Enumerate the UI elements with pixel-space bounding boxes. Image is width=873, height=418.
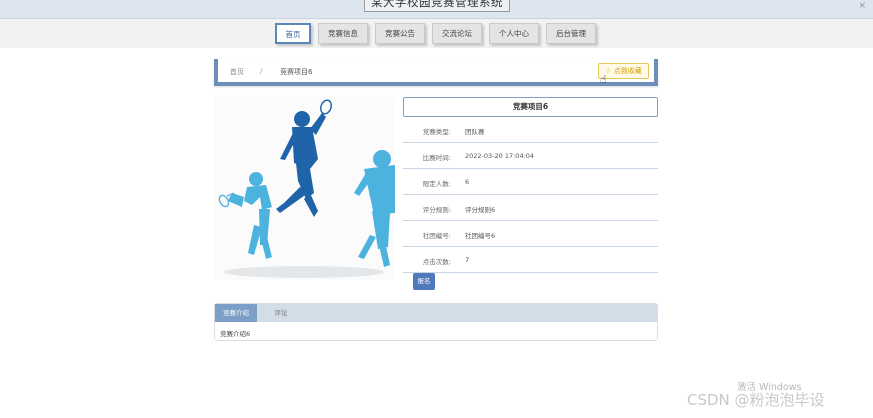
detail-label: 评分规则:: [422, 206, 451, 214]
tab-comments[interactable]: 评论: [261, 304, 301, 322]
breadcrumb-home[interactable]: 首页: [230, 67, 244, 77]
detail-row-clicks: 点击次数: 7: [403, 247, 658, 273]
detail-value: 团队赛: [465, 128, 485, 136]
main-nav: 首页 竞赛信息 竞赛公告 交流论坛 个人中心 后台管理: [0, 23, 873, 45]
detail-value: 2022-03-20 17:04:04: [465, 152, 535, 160]
hand-cursor-icon: ☝: [600, 73, 607, 86]
detail-label: 限定人数:: [422, 180, 451, 188]
breadcrumb-current: 竞赛项目6: [280, 68, 313, 76]
site-title: 某大学校园竞赛管理系统: [364, 0, 510, 12]
badminton-players-illustration: [214, 97, 395, 280]
nav-personal-center[interactable]: 个人中心: [489, 23, 539, 44]
breadcrumb-separator: /: [260, 67, 263, 75]
tab-content: 竞赛介绍6: [220, 330, 251, 338]
detail-value: 社团编号6: [465, 232, 496, 240]
detail-value: 评分规则6: [465, 206, 496, 214]
signup-button[interactable]: 报名: [413, 273, 435, 290]
detail-row-time: 比赛时间: 2022-03-20 17:04:04: [403, 143, 658, 169]
detail-label: 比赛时间:: [422, 154, 451, 162]
detail-row-type: 竞赛类型: 团队赛: [403, 117, 658, 143]
nav-competition-notice[interactable]: 竞赛公告: [375, 23, 425, 44]
close-icon[interactable]: ×: [858, 1, 866, 11]
competition-image: [214, 97, 395, 280]
tab-introduction[interactable]: 竞赛介绍: [215, 304, 257, 322]
competition-detail: 竞赛项目6 竞赛类型: 团队赛 比赛时间: 2022-03-20 17:04:0…: [403, 97, 658, 294]
nav-home[interactable]: 首页: [275, 23, 311, 44]
detail-label: 社团编号:: [422, 232, 451, 240]
nav-forum[interactable]: 交流论坛: [432, 23, 482, 44]
top-header-bar: 某大学校园竞赛管理系统 ×: [0, 0, 873, 19]
detail-tabs: 竞赛介绍 评论 竞赛介绍6: [214, 303, 658, 341]
csdn-watermark: CSDN @粉泡泡毕设: [687, 391, 825, 409]
detail-value: 7: [465, 256, 470, 264]
detail-label: 点击次数:: [422, 258, 451, 266]
nav-competition-info[interactable]: 竞赛信息: [318, 23, 368, 44]
detail-value: 6: [465, 178, 470, 186]
nav-admin[interactable]: 后台管理: [546, 23, 596, 44]
detail-row-rules: 评分规则: 评分规则6: [403, 195, 658, 221]
breadcrumb: 首页 / 竞赛项目6 ☆ 点我收藏: [214, 59, 658, 86]
detail-row-club: 社团编号: 社团编号6: [403, 221, 658, 247]
detail-title: 竞赛项目6: [403, 97, 658, 117]
detail-label: 竞赛类型:: [422, 128, 451, 136]
detail-row-limit: 限定人数: 6: [403, 169, 658, 195]
tabs-bar: 竞赛介绍 评论: [215, 304, 657, 322]
